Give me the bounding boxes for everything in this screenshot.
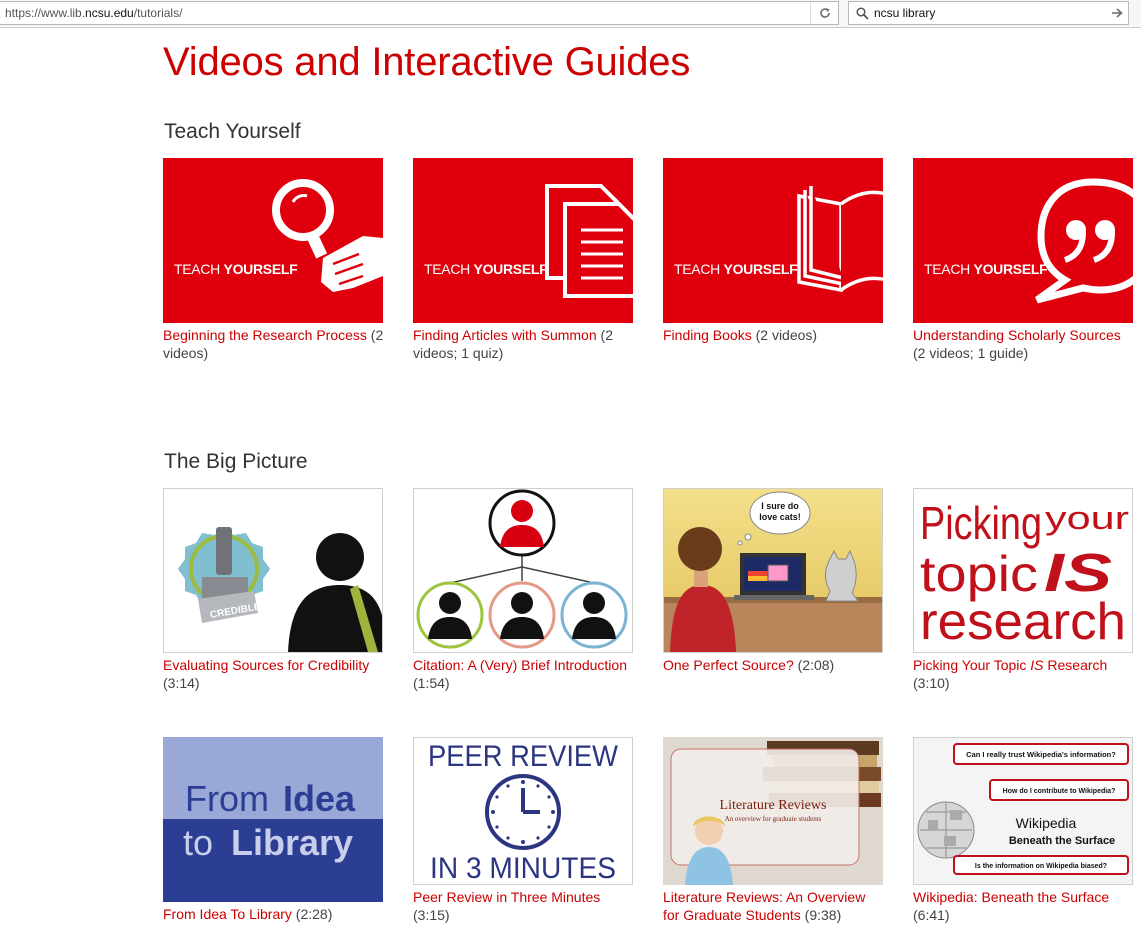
tutorial-card: Citation: A (Very) Brief Introduction (1… (413, 488, 635, 692)
tutorial-caption: Beginning the Research Process (2 videos… (163, 326, 385, 362)
thumbnail-text: An overview for graduate students (725, 815, 822, 823)
tutorial-link[interactable]: Wikipedia: Beneath the Surface (913, 889, 1109, 905)
tutorial-caption: Literature Reviews: An Overview for Grad… (663, 888, 885, 924)
tutorial-link[interactable]: Picking Your Topic IS Research (913, 657, 1107, 673)
tutorial-card: I sure do love cats! One Perfect Source?… (663, 488, 885, 674)
refresh-button[interactable] (810, 2, 838, 24)
thumbnail-label: TEACH YOURSELF (674, 261, 798, 277)
tutorial-meta: (3:15) (413, 907, 450, 923)
tutorial-caption: Finding Books (2 videos) (663, 326, 885, 344)
tutorial-caption: Understanding Scholarly Sources (2 video… (913, 326, 1135, 362)
thumbnail-text: PEER REVIEW (428, 740, 619, 773)
tutorial-meta: (2 videos; 1 guide) (913, 345, 1029, 361)
tutorial-caption: Wikipedia: Beneath the Surface (6:41) (913, 888, 1135, 924)
url-prefix: https://www.lib. (5, 6, 86, 20)
thumbnail-text: Picking (920, 497, 1042, 549)
tutorial-thumbnail[interactable]: Picking your topic IS research (913, 488, 1133, 653)
tutorial-caption: Picking Your Topic IS Research (3:10) (913, 656, 1135, 692)
tutorial-card: Picking your topic IS research Picking Y… (913, 488, 1135, 692)
tutorial-meta: (3:10) (913, 675, 950, 691)
arrow-right-icon[interactable] (1111, 7, 1123, 19)
tutorial-link[interactable]: Finding Articles with Summon (413, 327, 597, 343)
thumbnail-text: From (185, 778, 269, 819)
thumbnail-text: your (1045, 500, 1129, 536)
thumbnail-text: Is the information on Wikipedia biased? (975, 863, 1107, 870)
tutorial-thumbnail[interactable] (413, 488, 633, 653)
tutorial-thumbnail[interactable]: I sure do love cats! (663, 488, 883, 653)
tutorial-link[interactable]: From Idea To Library (163, 906, 292, 922)
clock-icon (485, 774, 561, 850)
tutorial-caption: From Idea To Library (2:28) (163, 905, 385, 923)
tutorial-caption: Citation: A (Very) Brief Introduction (1… (413, 656, 635, 692)
tutorial-thumbnail[interactable]: TEACH YOURSELF (163, 158, 383, 323)
tutorial-thumbnail[interactable]: TEACH YOURSELF (413, 158, 633, 323)
tutorial-meta: (9:38) (800, 907, 842, 923)
tutorial-card: PEER REVIEW IN 3 MINUTES Peer Review in … (413, 737, 635, 924)
tutorial-card: TEACH YOURSELF Finding Articles with Sum… (413, 158, 635, 362)
section-title-big-picture: The Big Picture (164, 450, 308, 473)
tutorial-card: Literature Reviews An overview for gradu… (663, 737, 885, 924)
thumbnail-text: research (920, 593, 1126, 651)
tutorial-card: TEACH YOURSELF Finding Books (2 videos) (663, 158, 885, 344)
tutorial-card: From Idea to Library From Idea To Librar… (163, 737, 385, 923)
url-suffix: /tutorials/ (133, 6, 183, 20)
thumbnail-text: Wikipedia (1016, 815, 1077, 831)
url-domain: ncsu.edu (85, 6, 134, 20)
tutorial-card: TEACH YOURSELF Beginning the Research Pr… (163, 158, 385, 362)
thumbnail-label: TEACH YOURSELF (174, 261, 298, 277)
thumbnail-label: TEACH YOURSELF (424, 261, 548, 277)
thumbnail-text: to (183, 822, 213, 863)
tutorial-link[interactable]: Evaluating Sources for Credibility (163, 657, 369, 673)
tutorial-meta: (2:28) (291, 906, 333, 922)
page-title: Videos and Interactive Guides (163, 40, 691, 84)
thumbnail-text: Beneath the Surface (1009, 835, 1115, 847)
browser-toolbar: https://www.lib.ncsu.edu/tutorials/ ncsu… (0, 0, 1141, 28)
tutorial-link[interactable]: Beginning the Research Process (163, 327, 367, 343)
tutorial-card: TEACH YOURSELF Understanding Scholarly S… (913, 158, 1135, 362)
tutorial-thumbnail[interactable]: Literature Reviews An overview for gradu… (663, 737, 883, 885)
tutorial-caption: Peer Review in Three Minutes (3:15) (413, 888, 635, 924)
tutorial-thumbnail[interactable]: From Idea to Library (163, 737, 383, 902)
tutorial-meta: (2:08) (793, 657, 835, 673)
tutorial-thumbnail[interactable]: TEACH YOURSELF (663, 158, 883, 323)
tutorial-link[interactable]: Citation: A (Very) Brief Introduction (413, 657, 627, 673)
section-title-teach-yourself: Teach Yourself (164, 120, 301, 143)
tutorial-thumbnail[interactable]: Can I really trust Wikipedia's informati… (913, 737, 1133, 885)
tutorial-card: CREDIBLE Evaluating Sources for Credibil… (163, 488, 385, 692)
search-icon (856, 7, 869, 20)
thumbnail-text: Library (231, 822, 353, 863)
tutorial-caption: Finding Articles with Summon (2 videos; … (413, 326, 635, 362)
speech-text-1: I sure do (761, 501, 799, 511)
thumbnail-text: Literature Reviews (720, 798, 827, 813)
search-input[interactable]: ncsu library (874, 6, 935, 20)
address-url[interactable]: https://www.lib.ncsu.edu/tutorials/ (5, 6, 182, 20)
thumbnail-text: Idea (283, 778, 356, 819)
thumbnail-text: How do I contribute to Wikipedia? (1003, 788, 1116, 795)
tutorial-thumbnail[interactable]: TEACH YOURSELF (913, 158, 1133, 323)
tutorial-link[interactable]: Finding Books (663, 327, 752, 343)
tutorial-meta: (6:41) (913, 907, 950, 923)
tutorial-meta: (3:14) (163, 675, 200, 691)
tutorial-link[interactable]: One Perfect Source? (663, 657, 794, 673)
tutorial-meta: (2 videos) (751, 327, 818, 343)
tutorial-link[interactable]: Understanding Scholarly Sources (913, 327, 1121, 343)
thumbnail-text: IN 3 MINUTES (430, 852, 616, 884)
tutorial-caption: One Perfect Source? (2:08) (663, 656, 885, 674)
speech-text-2: love cats! (759, 512, 801, 522)
documents-icon (545, 184, 633, 298)
address-bar[interactable]: https://www.lib.ncsu.edu/tutorials/ (0, 1, 839, 25)
tutorial-meta: (1:54) (413, 675, 450, 691)
thumbnail-text: Can I really trust Wikipedia's informati… (966, 750, 1116, 759)
wikipedia-globe-icon (917, 801, 975, 859)
tutorial-card: Can I really trust Wikipedia's informati… (913, 737, 1135, 924)
tutorial-thumbnail[interactable]: CREDIBLE (163, 488, 383, 653)
refresh-icon (820, 8, 830, 18)
search-bar[interactable]: ncsu library (848, 1, 1129, 25)
tutorial-thumbnail[interactable]: PEER REVIEW IN 3 MINUTES (413, 737, 633, 885)
tutorial-caption: Evaluating Sources for Credibility (3:14… (163, 656, 385, 692)
tutorial-link[interactable]: Peer Review in Three Minutes (413, 889, 600, 905)
thumbnail-label: TEACH YOURSELF (924, 261, 1048, 277)
